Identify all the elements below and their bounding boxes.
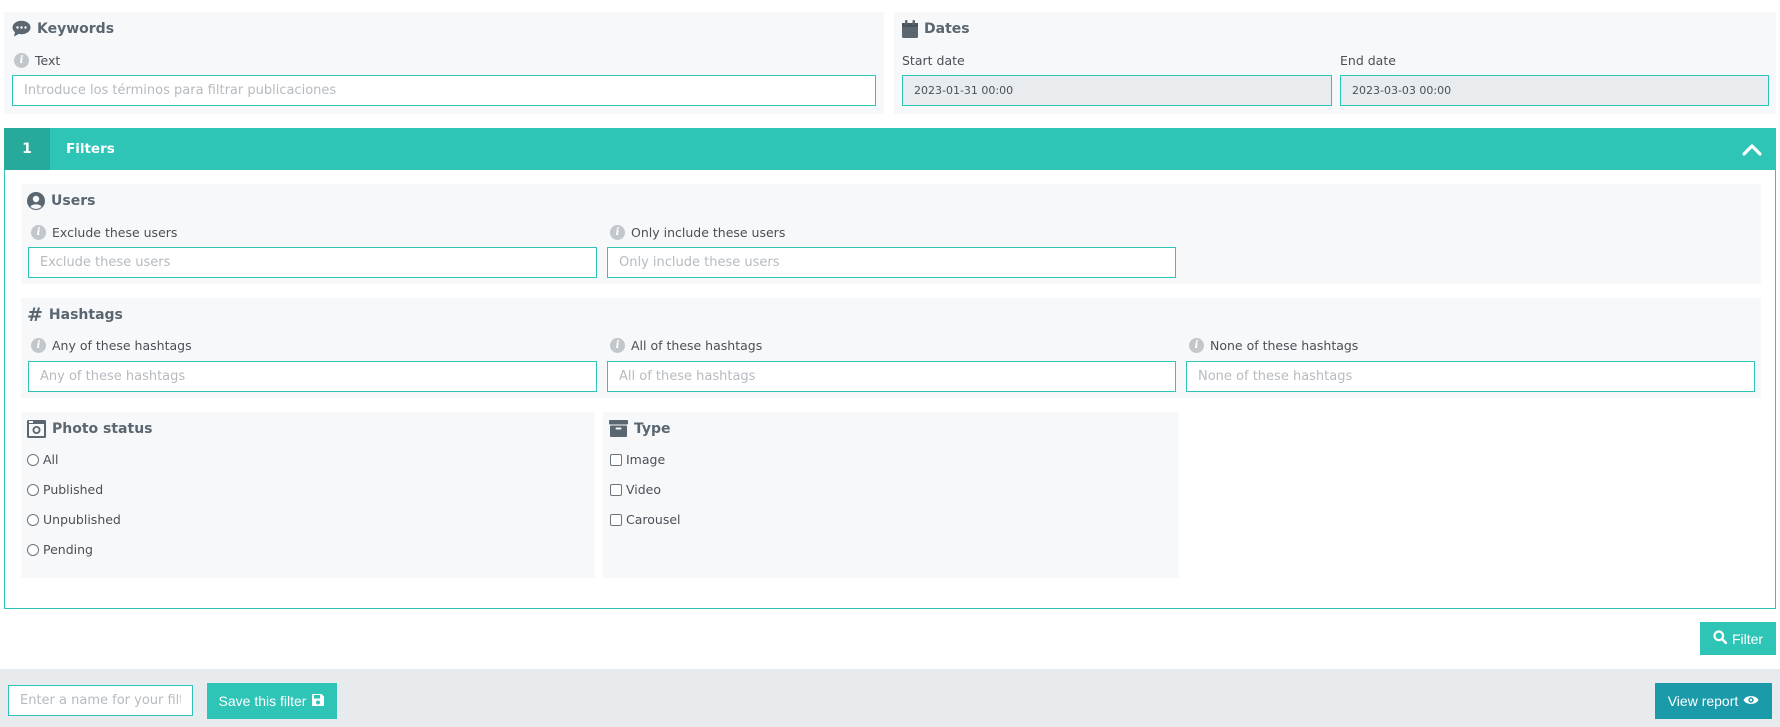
- users-panel: Users i Exclude these users i Only inclu…: [21, 184, 1761, 284]
- filters-step-number: 1: [4, 128, 50, 170]
- info-icon[interactable]: i: [1189, 338, 1204, 353]
- text-label: i Text: [14, 53, 60, 68]
- filter-page: Keywords i Text Dates Start date End dat…: [0, 0, 1780, 727]
- users-title-text: Users: [51, 193, 96, 209]
- radio-button[interactable]: [27, 513, 39, 526]
- type-title: Type: [609, 420, 671, 437]
- dates-title-text: Dates: [924, 21, 970, 37]
- all-hashtags-label-text: All of these hashtags: [631, 338, 763, 353]
- info-icon[interactable]: i: [31, 225, 46, 240]
- hashtags-title: # Hashtags: [27, 304, 123, 326]
- any-hashtags-input[interactable]: [28, 361, 597, 392]
- camera-icon: [27, 420, 46, 438]
- checkbox[interactable]: [610, 483, 622, 496]
- any-hashtags-label-text: Any of these hashtags: [52, 338, 192, 353]
- footer-bar: Save this filter View report: [0, 669, 1780, 727]
- calendar-icon: [902, 20, 918, 38]
- type-option-label: Image: [626, 452, 666, 467]
- photo-status-option-label: Pending: [43, 542, 93, 557]
- keywords-text-input[interactable]: [12, 75, 876, 106]
- type-option[interactable]: Carousel: [610, 512, 681, 527]
- archive-icon: [609, 420, 628, 437]
- info-icon[interactable]: i: [14, 53, 29, 68]
- exclude-users-input[interactable]: [28, 247, 597, 278]
- none-hashtags-label-text: None of these hashtags: [1210, 338, 1359, 353]
- radio-button[interactable]: [27, 483, 39, 496]
- keywords-panel: Keywords i Text: [4, 12, 884, 114]
- photo-status-option-label: Published: [43, 482, 104, 497]
- filters-accordion-header[interactable]: 1 Filters: [4, 128, 1776, 170]
- exclude-users-label: i Exclude these users: [31, 225, 177, 240]
- type-panel: Type Image Video Carousel: [603, 412, 1179, 578]
- photo-status-option-label: All: [43, 452, 59, 467]
- checkbox[interactable]: [610, 513, 622, 526]
- keywords-title-text: Keywords: [37, 20, 115, 37]
- text-label-text: Text: [35, 53, 61, 68]
- photo-status-panel: Photo status All Published Unpublished P…: [21, 412, 595, 578]
- any-hashtags-label: i Any of these hashtags: [31, 338, 192, 353]
- photo-status-option-label: Unpublished: [43, 512, 121, 527]
- users-title: Users: [27, 192, 95, 210]
- start-date-label: Start date: [902, 53, 965, 68]
- type-title-text: Type: [634, 420, 671, 437]
- photo-status-option[interactable]: Unpublished: [27, 512, 121, 527]
- hashtags-title-text: Hashtags: [48, 307, 123, 323]
- filter-name-input[interactable]: [8, 685, 193, 716]
- info-icon[interactable]: i: [31, 338, 46, 353]
- save-filter-label: Save this filter: [218, 693, 307, 709]
- dates-title: Dates: [902, 20, 970, 38]
- keywords-title: Keywords: [12, 20, 114, 37]
- radio-button[interactable]: [27, 543, 39, 556]
- filters-accordion-body: Users i Exclude these users i Only inclu…: [4, 170, 1776, 609]
- type-option[interactable]: Image: [610, 452, 665, 467]
- save-filter-button[interactable]: Save this filter: [207, 683, 337, 719]
- none-hashtags-input[interactable]: [1186, 361, 1755, 392]
- type-option-label: Carousel: [626, 512, 681, 527]
- search-icon: [1713, 630, 1728, 647]
- start-date-input[interactable]: [902, 75, 1332, 106]
- type-option-label: Video: [626, 482, 662, 497]
- floppy-disk-icon: [311, 693, 325, 710]
- photo-status-option[interactable]: All: [27, 452, 59, 467]
- eye-icon: [1743, 693, 1759, 709]
- end-date-input[interactable]: [1340, 75, 1769, 106]
- checkbox[interactable]: [610, 453, 622, 466]
- hashtags-panel: # Hashtags i Any of these hashtags i All…: [21, 298, 1761, 398]
- type-option[interactable]: Video: [610, 482, 661, 497]
- comment-icon: [12, 20, 31, 37]
- photo-status-title-text: Photo status: [52, 421, 153, 437]
- end-date-label: End date: [1340, 53, 1396, 68]
- dates-panel: Dates Start date End date: [894, 12, 1776, 114]
- filters-title: Filters: [66, 141, 115, 157]
- none-hashtags-label: i None of these hashtags: [1189, 338, 1358, 353]
- all-hashtags-label: i All of these hashtags: [610, 338, 762, 353]
- hashtag-icon: #: [27, 304, 43, 326]
- include-users-label: i Only include these users: [610, 225, 785, 240]
- radio-button[interactable]: [27, 453, 39, 466]
- exclude-users-label-text: Exclude these users: [52, 225, 178, 240]
- include-users-input[interactable]: [607, 247, 1176, 278]
- filter-button-label: Filter: [1731, 630, 1764, 647]
- info-icon[interactable]: i: [610, 338, 625, 353]
- filter-button[interactable]: Filter: [1700, 622, 1776, 655]
- info-icon[interactable]: i: [610, 225, 625, 240]
- view-report-label: View report: [1667, 693, 1739, 709]
- chevron-up-icon[interactable]: [1742, 140, 1762, 158]
- photo-status-option[interactable]: Published: [27, 482, 103, 497]
- photo-status-option[interactable]: Pending: [27, 542, 93, 557]
- photo-status-title: Photo status: [27, 420, 153, 438]
- include-users-label-text: Only include these users: [631, 225, 786, 240]
- user-circle-icon: [27, 192, 45, 210]
- all-hashtags-input[interactable]: [607, 361, 1176, 392]
- view-report-button[interactable]: View report: [1655, 683, 1772, 719]
